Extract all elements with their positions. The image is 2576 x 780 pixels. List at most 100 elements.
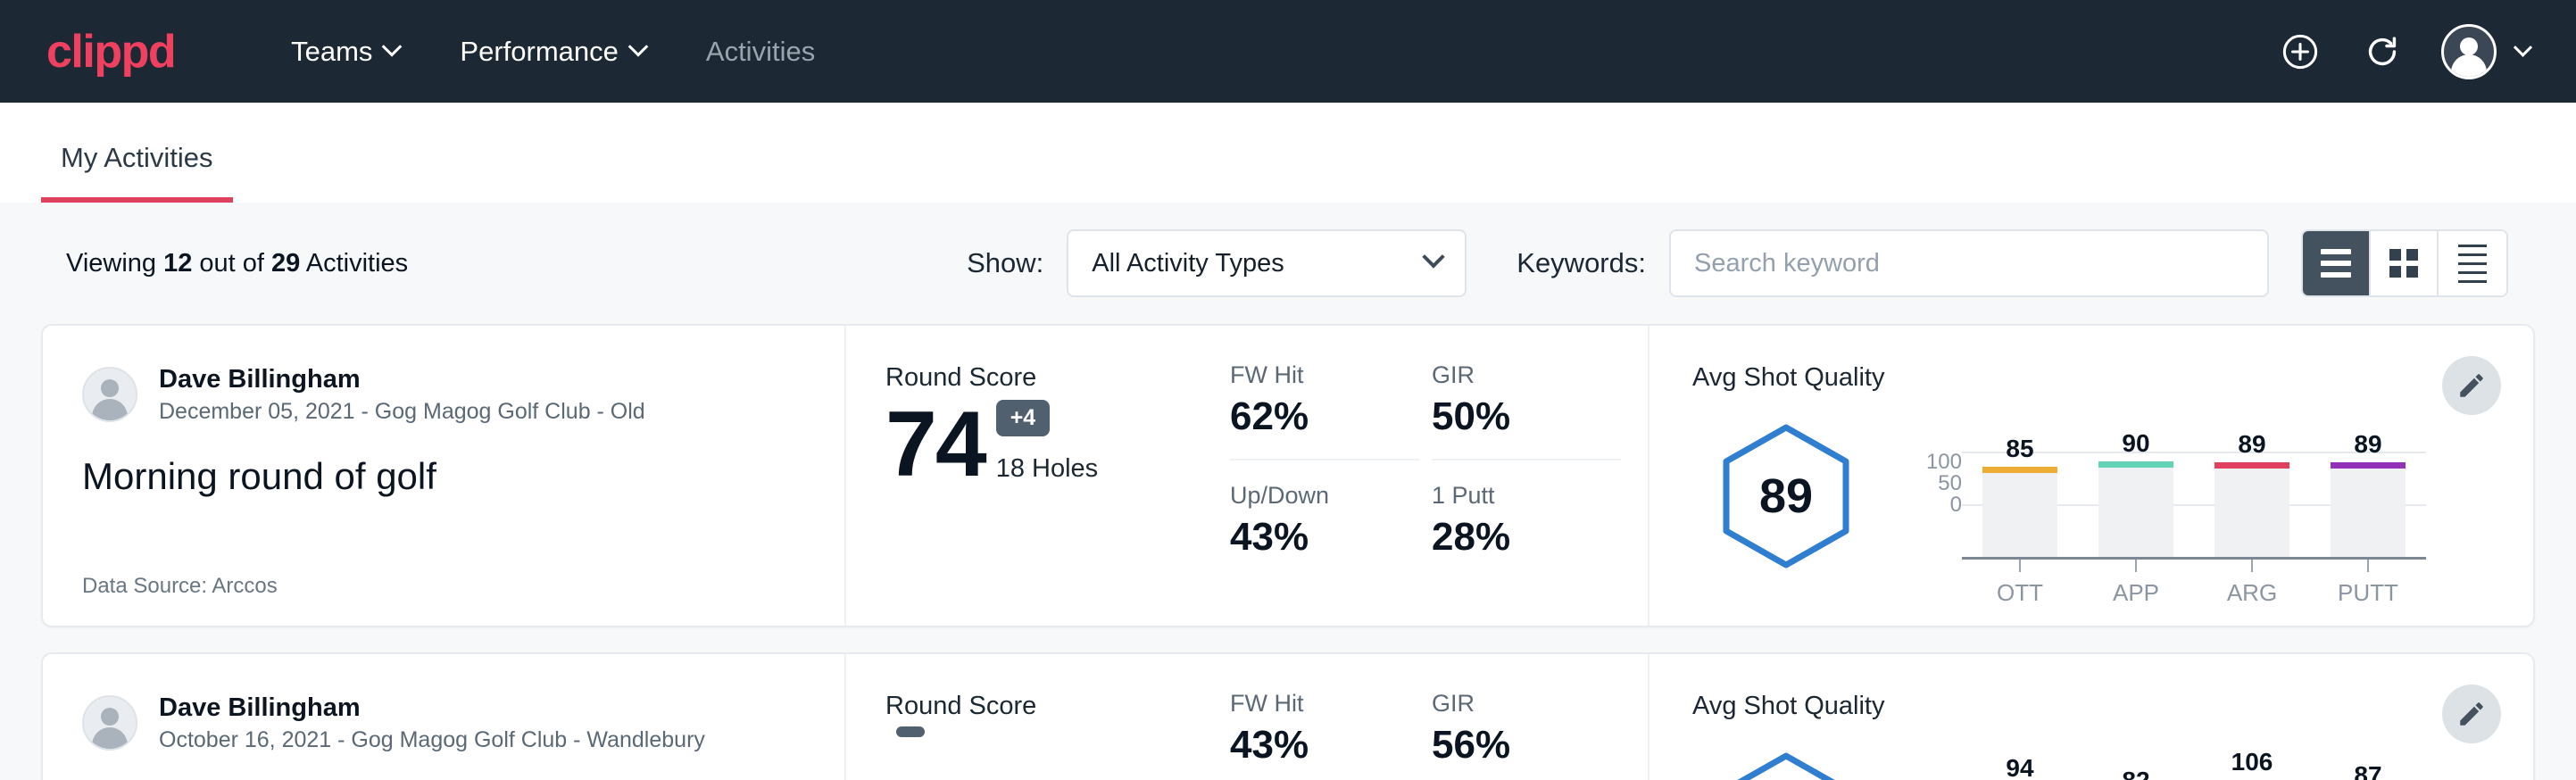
chart-bar-column: 87 [2331,761,2406,780]
activity-meta: October 16, 2021 - Gog Magog Golf Club -… [159,727,705,753]
round-score-label: Round Score [885,692,1230,721]
show-label: Show: [967,247,1043,279]
list-view-icon [2321,249,2351,254]
chart-bar-column: 106 [2215,748,2289,780]
tab-label: My Activities [61,142,213,173]
nav-item-performance[interactable]: Performance [429,36,675,68]
chevron-down-icon [628,37,649,57]
chart-bar-value: 82 [2122,767,2149,780]
activity-title: Morning round of golf [82,455,809,498]
edit-activity-button[interactable] [2442,356,2501,415]
chart-bar-value: 85 [2006,435,2033,463]
refresh-icon [2362,31,2403,72]
chart-plot-area: 85908989OTTAPPARGPUTT [1962,419,2426,573]
chart-bar-column: 89 [2331,430,2406,556]
stat-value: 43% [1230,723,1387,768]
chart-bar-value: 89 [2354,430,2381,459]
chevron-down-icon [1423,245,1445,268]
account-menu[interactable] [2441,24,2530,79]
chart-bar-cap [2098,461,2173,468]
chart-x-label: PUTT [2338,579,2398,607]
chart-bar-column: 89 [2215,430,2289,556]
user-name: Dave Billingham [159,692,705,724]
chart-bar-column: 82 [2098,767,2173,780]
view-mode-toggle [2301,229,2508,297]
avg-shot-quality-section: Avg Shot Quality 89 100 50 0 [1649,326,2533,626]
chevron-down-icon [382,37,403,57]
chart-bar-value: 94 [2006,754,2033,780]
viewing-suffix: Activities [300,249,408,278]
add-button[interactable] [2277,29,2323,75]
chart-bar [1982,467,2057,556]
chart-x-label: APP [2113,579,2159,607]
stat-value: 43% [1230,515,1387,560]
chart-bar [2098,461,2173,556]
stat-one-putt: 1 Putt 28% [1432,461,1621,560]
stat-gir: GIR 56% [1432,690,1621,780]
stat-fw-hit: FW Hit 62% [1230,361,1419,461]
chart-plot-area: 948210687OTTAPPARGPUTT [1962,748,2426,780]
view-mode-grid-button[interactable] [2371,231,2439,295]
chart-bar-cap [2215,462,2289,469]
activity-card[interactable]: Dave Billingham December 05, 2021 - Gog … [41,324,2535,627]
chart-x-label: OTT [1997,579,2043,607]
filter-controls: Show: All Activity Types Keywords: [967,229,2508,297]
avatar [82,695,137,751]
chart-bar [2331,462,2406,556]
nav-item-label: Performance [460,36,618,68]
nav-item-activities[interactable]: Activities [676,36,845,68]
detail-view-icon [2458,253,2487,256]
chart-tick-mark [2367,560,2369,572]
activity-type-value: All Activity Types [1092,249,1284,278]
nav-item-label: Teams [291,36,372,68]
stat-value: 56% [1432,723,1589,768]
detail-view-icon [2458,245,2487,247]
brand-logo[interactable]: clippd [46,29,175,75]
shot-quality-chart: 100 50 0 948210687OTTAPPARGPUTT [1880,748,2426,780]
chart-bar-value: 90 [2122,429,2149,458]
stat-up-down: Up/Down 43% [1230,461,1419,560]
refresh-button[interactable] [2359,29,2406,75]
list-view-icon [2321,261,2351,266]
chart-bar-column: 85 [1982,435,2057,556]
y-tick-label: 50 [1907,473,1962,494]
avg-shot-quality-label: Avg Shot Quality [1692,363,2426,393]
stat-value: 62% [1230,394,1387,439]
nav-item-teams[interactable]: Teams [261,36,429,68]
activity-info: Dave Billingham December 05, 2021 - Gog … [43,326,846,626]
round-score-section: Round Score 74 +4 18 Holes [846,326,1230,626]
viewing-prefix: Viewing [66,249,163,278]
detail-view-icon [2458,262,2487,265]
chart-tick-mark [2019,560,2021,572]
chart-bar-column: 90 [2098,429,2173,556]
activity-stats: FW Hit 62% GIR 50% Up/Down 43% 1 Putt 28… [1230,326,1649,626]
avatar [2441,24,2497,79]
activity-card[interactable]: Dave Billingham October 16, 2021 - Gog M… [41,652,2535,780]
y-tick-label: 100 [1907,452,1962,473]
avg-shot-quality-section: Avg Shot Quality 100 50 0 [1649,654,2533,780]
chart-bars: 85 90 89 89 [1962,419,2426,557]
avatar [82,367,137,422]
chevron-down-icon [2514,38,2532,57]
page-content: Viewing 12 out of 29 Activities Show: Al… [0,203,2576,780]
search-input[interactable] [1669,229,2269,297]
app-header: clippd Teams Performance Activities [0,0,2576,103]
edit-activity-button[interactable] [2442,685,2501,743]
quality-score-value [1720,751,1852,780]
chart-tick-mark [2135,560,2137,572]
score-differential-badge: +4 [996,400,1051,436]
results-count: Viewing 12 out of 29 Activities [66,249,408,278]
viewing-count: 12 [163,249,192,278]
tab-bar: My Activities [0,103,2576,203]
view-mode-list-button[interactable] [2303,231,2371,295]
quality-score-hexagon: 89 [1692,423,1880,569]
chart-bar-value: 106 [2231,748,2273,776]
view-mode-detail-button[interactable] [2439,231,2506,295]
tab-my-activities[interactable]: My Activities [41,142,233,203]
chart-y-axis: 100 50 0 [1907,748,1962,780]
stat-label: 1 Putt [1432,482,1589,510]
viewing-middle: out of [192,249,271,278]
chart-bar-cap [2331,462,2406,469]
chart-x-tick: PUTT [2331,560,2406,607]
activity-type-select[interactable]: All Activity Types [1067,229,1467,297]
